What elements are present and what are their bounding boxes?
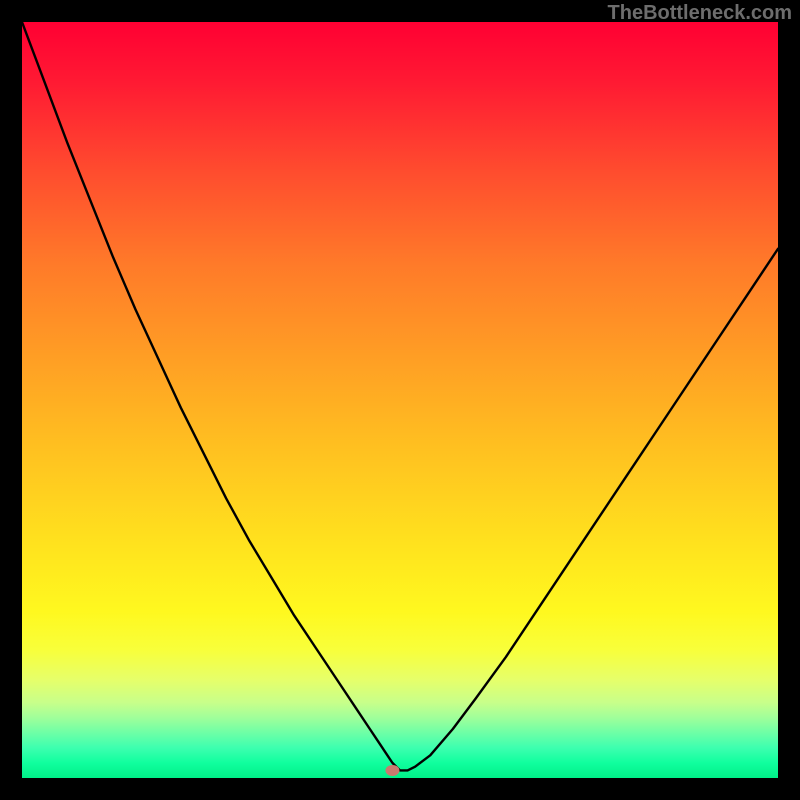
bottleneck-curve	[22, 22, 778, 770]
chart-frame: TheBottleneck.com	[0, 0, 800, 800]
minimum-marker	[385, 765, 399, 776]
curve-layer	[22, 22, 778, 778]
